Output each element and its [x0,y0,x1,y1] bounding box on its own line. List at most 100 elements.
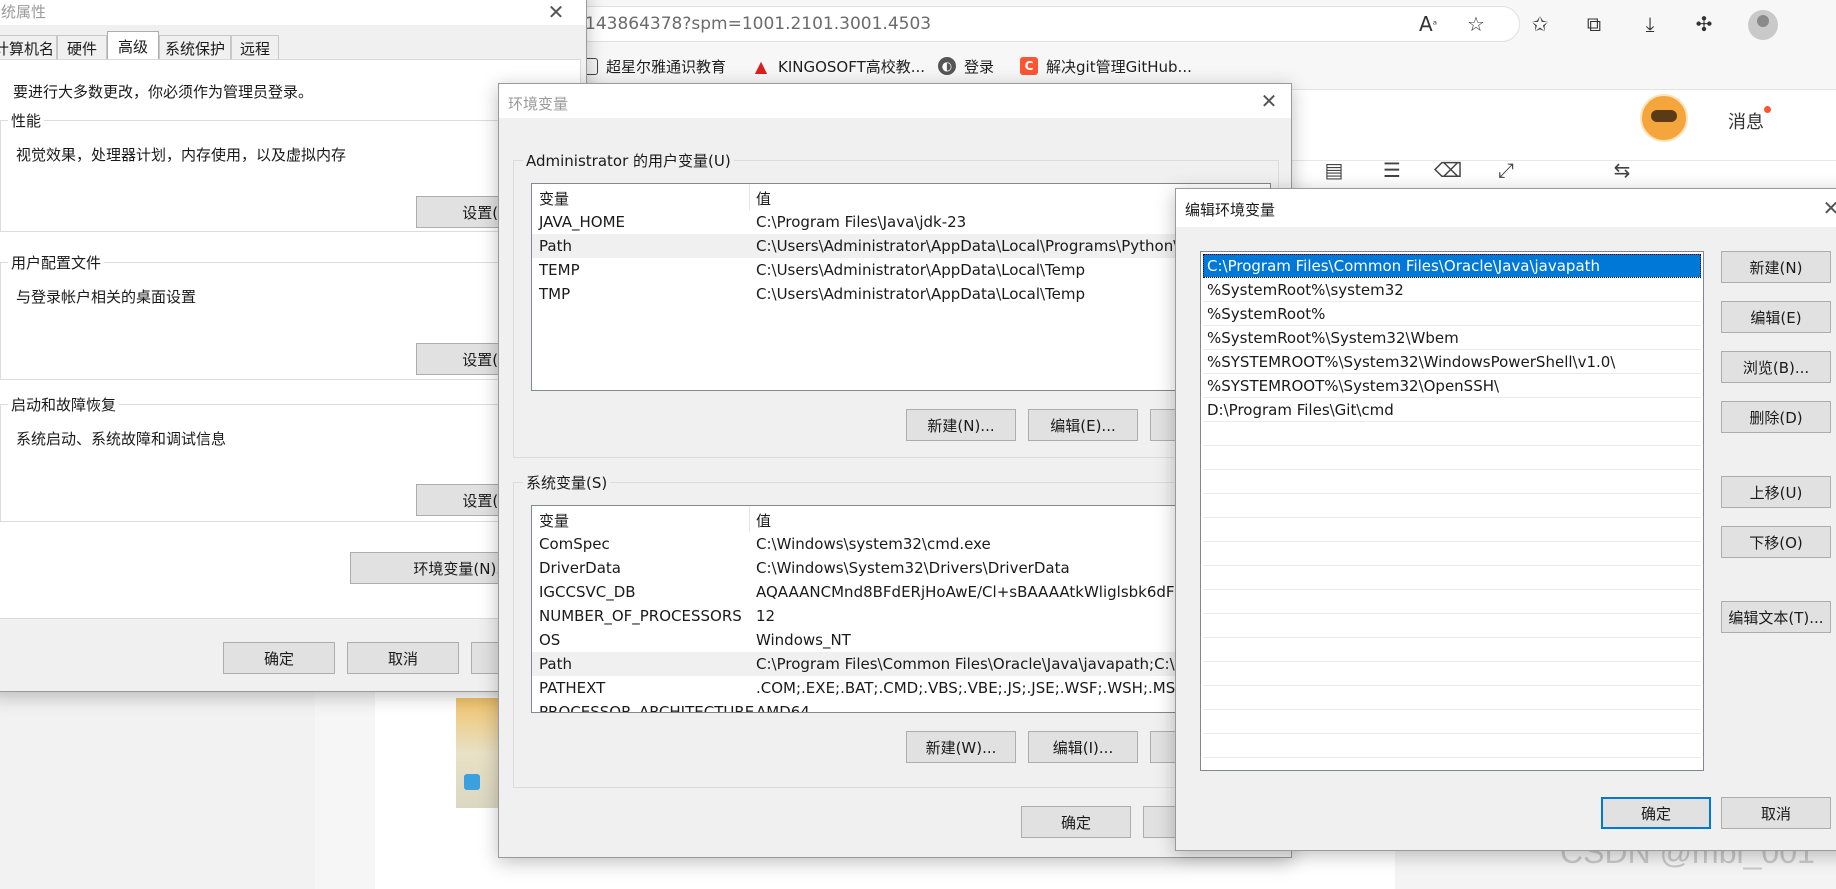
tab-system-protection[interactable]: 系统保护 [159,35,231,60]
list-item[interactable]: C:\Program Files\Common Files\Oracle\Jav… [1203,254,1701,278]
desktop-screen: 143864378?spm=1001.2101.3001.4503 Aᵃ ☆ ✩… [0,0,1836,889]
system-new-button[interactable]: 新建(W)... [906,731,1016,763]
user-edit-button[interactable]: 编辑(E)... [1028,409,1138,441]
column-header-variable[interactable]: 变量 [539,188,569,209]
table-row[interactable]: ComSpec C:\Windows\system32\cmd.exe [532,532,1270,556]
erase-icon[interactable]: ⌫ [1434,156,1462,184]
empty-row[interactable] [1203,590,1701,614]
list-item[interactable]: %SYSTEMROOT%\System32\OpenSSH\ [1203,374,1701,398]
messages-link[interactable]: 消息 [1728,108,1764,134]
add-favorite-icon[interactable]: ☆ [1460,10,1492,38]
list-item[interactable]: D:\Program Files\Git\cmd [1203,398,1701,422]
column-separator[interactable] [749,184,750,210]
path-list[interactable]: C:\Program Files\Common Files\Oracle\Jav… [1200,251,1704,771]
variable-name: Path [539,237,572,255]
table-row[interactable]: TMP C:\Users\Administrator\AppData\Local… [532,282,1270,306]
empty-row[interactable] [1203,638,1701,662]
empty-row[interactable] [1203,566,1701,590]
empty-row[interactable] [1203,422,1701,446]
column-header-value[interactable]: 值 [756,510,771,531]
variable-name: IGCCSVC_DB [539,583,636,601]
variable-value: C:\Windows\System32\Drivers\DriverData [756,559,1070,577]
extensions-icon[interactable]: ✣ [1688,10,1720,38]
variable-value: 12 [756,607,776,625]
fullscreen-icon[interactable]: ⤢ [1492,156,1520,184]
browse-button[interactable]: 浏览(B)... [1721,351,1831,383]
column-header-value[interactable]: 值 [756,188,771,209]
variable-value: .COM;.EXE;.BAT;.CMD;.VBS;.VBE;.JS;.JSE;.… [756,679,1186,697]
variable-value: C:\Windows\system32\cmd.exe [756,535,991,553]
layout-icon[interactable]: ▤ [1320,156,1348,184]
variable-value: Windows_NT [756,631,851,649]
empty-row[interactable] [1203,662,1701,686]
table-row[interactable]: JAVA_HOME C:\Program Files\Java\jdk-23 [532,210,1270,234]
favorite-item[interactable]: C 解决git管理GitHub... [1020,55,1192,77]
tab-strip: 计算机名 硬件 高级 系统保护 远程 [0,31,588,60]
empty-row[interactable] [1203,542,1701,566]
user-avatar[interactable] [1640,94,1688,142]
empty-row[interactable] [1203,494,1701,518]
new-button[interactable]: 新建(N) [1721,251,1831,283]
collections-icon[interactable]: ⧉ [1578,10,1610,38]
favorite-item[interactable]: ◐ 登录 [938,55,994,77]
list-item[interactable]: %SYSTEMROOT%\System32\WindowsPowerShell\… [1203,350,1701,374]
system-variables-list[interactable]: 变量 值 ComSpec C:\Windows\system32\cmd.exe… [531,505,1271,713]
table-row[interactable]: TEMP C:\Users\Administrator\AppData\Loca… [532,258,1270,282]
read-aloud-icon[interactable]: Aᵃ [1412,10,1444,38]
empty-row[interactable] [1203,518,1701,542]
favorite-label: KINGOSOFT高校教... [778,57,926,76]
switch-icon[interactable]: ⇆ [1608,156,1636,184]
ok-button[interactable]: 确定 [1021,806,1131,838]
notification-dot [1764,106,1771,113]
empty-row[interactable] [1203,446,1701,470]
table-row[interactable]: PATHEXT .COM;.EXE;.BAT;.CMD;.VBS;.VBE;.J… [532,676,1270,700]
table-row[interactable]: OS Windows_NT [532,628,1270,652]
column-header-variable[interactable]: 变量 [539,510,569,531]
favorite-item[interactable]: ▲ KINGOSOFT高校教... [752,55,925,77]
empty-row[interactable] [1203,470,1701,494]
move-down-button[interactable]: 下移(O) [1721,526,1831,558]
downloads-icon[interactable]: ⤓ [1634,10,1666,38]
user-new-button[interactable]: 新建(N)... [906,409,1016,441]
profile-icon[interactable] [1748,10,1778,40]
empty-row[interactable] [1203,614,1701,638]
list-item[interactable]: %SystemRoot% [1203,302,1701,326]
empty-row[interactable] [1203,734,1701,758]
column-separator[interactable] [749,506,750,532]
favorites-icon[interactable]: ✩ [1524,10,1556,38]
table-row[interactable]: IGCCSVC_DB AQAAANCMnd8BFdERjHoAwE/Cl+sBA… [532,580,1270,604]
cancel-button[interactable]: 取消 [347,642,459,674]
table-row[interactable]: NUMBER_OF_PROCESSORS 12 [532,604,1270,628]
ok-button[interactable]: 确定 [223,642,335,674]
tab-remote[interactable]: 远程 [231,35,279,60]
user-variables-list[interactable]: 变量 值 JAVA_HOME C:\Program Files\Java\jdk… [531,183,1271,391]
empty-row[interactable] [1203,686,1701,710]
empty-row[interactable] [1203,710,1701,734]
address-url[interactable]: 143864378?spm=1001.2101.3001.4503 [585,14,931,34]
table-row[interactable]: PROCESSOR_ARCHITECTURE AMD64 [532,700,1270,712]
table-row[interactable]: Path C:\Program Files\Common Files\Oracl… [532,652,1270,676]
user-profiles-description: 与登录帐户相关的桌面设置 [16,288,197,306]
table-row[interactable]: DriverData C:\Windows\System32\Drivers\D… [532,556,1270,580]
user-profiles-label: 用户配置文件 [8,252,105,273]
edit-button[interactable]: 编辑(E) [1721,301,1831,333]
close-icon[interactable]: ✕ [1254,88,1284,114]
list-item[interactable]: %SystemRoot%\system32 [1203,278,1701,302]
move-up-button[interactable]: 上移(U) [1721,476,1831,508]
title-bar: 统属性 ✕ [0,0,586,25]
cancel-button[interactable]: 取消 [1721,797,1831,829]
admin-note: 要进行大多数更改，你必须作为管理员登录。 [13,83,314,101]
tab-hardware[interactable]: 硬件 [57,35,107,60]
list-icon[interactable]: ☰ [1378,156,1406,184]
system-edit-button[interactable]: 编辑(I)... [1028,731,1138,763]
close-icon[interactable]: ✕ [541,0,571,25]
ok-button[interactable]: 确定 [1601,797,1711,829]
delete-button[interactable]: 删除(D) [1721,401,1831,433]
list-item[interactable]: %SystemRoot%\System32\Wbem [1203,326,1701,350]
close-icon[interactable]: ✕ [1816,195,1836,221]
favorite-item[interactable]: 超星尔雅通识教育 [584,55,726,77]
tab-advanced[interactable]: 高级 [107,31,159,60]
edit-text-button[interactable]: 编辑文本(T)... [1721,601,1831,633]
table-row[interactable]: Path C:\Users\Administrator\AppData\Loca… [532,234,1270,258]
tab-computer-name[interactable]: 计算机名 [0,35,57,60]
